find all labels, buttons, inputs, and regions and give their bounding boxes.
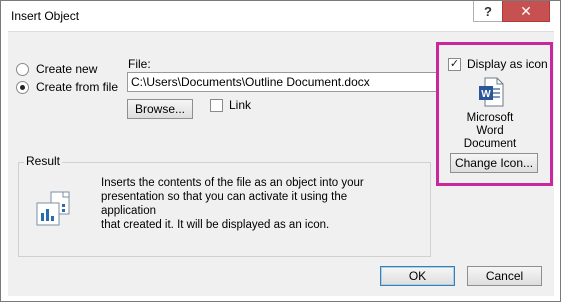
result-line: that created it. It will be displayed as… xyxy=(101,219,330,231)
icon-caption-line: Microsoft xyxy=(466,112,514,124)
display-as-icon-option[interactable]: ✓ Display as icon xyxy=(448,57,548,71)
icon-caption-line: Document xyxy=(463,138,517,150)
svg-text:W: W xyxy=(481,89,491,100)
word-document-icon: W xyxy=(478,77,504,110)
insert-object-dialog: Insert Object ? ✕ Create new Create from… xyxy=(0,0,561,302)
object-icon xyxy=(35,189,75,232)
display-as-icon-label: Display as icon xyxy=(467,57,548,71)
icon-caption: Microsoft Word Document xyxy=(448,112,532,151)
result-legend: Result xyxy=(24,154,63,168)
browse-label: Browse... xyxy=(134,102,185,116)
help-icon: ? xyxy=(484,3,492,19)
create-from-file-radio[interactable] xyxy=(16,80,29,94)
create-new-radio[interactable] xyxy=(16,62,29,76)
display-as-icon-checkbox[interactable]: ✓ xyxy=(448,57,461,71)
help-button[interactable]: ? xyxy=(473,1,503,22)
ok-label: OK xyxy=(408,269,427,283)
create-new-label: Create new xyxy=(36,62,98,76)
create-new-option[interactable]: Create new xyxy=(16,62,97,76)
close-icon: ✕ xyxy=(520,2,532,19)
dialog-title: Insert Object xyxy=(11,9,80,23)
cancel-label: Cancel xyxy=(485,269,524,283)
icon-caption-line: Word xyxy=(476,125,504,137)
result-line: Inserts the contents of the file as an o… xyxy=(101,177,364,189)
link-label: Link xyxy=(229,98,252,112)
result-line: presentation so that you can activate it… xyxy=(101,191,348,217)
link-checkbox[interactable] xyxy=(210,98,223,112)
title-bar: Insert Object ? ✕ xyxy=(1,1,560,31)
change-icon-button[interactable]: Change Icon... xyxy=(450,153,538,173)
change-icon-label: Change Icon... xyxy=(454,156,534,170)
file-label: File: xyxy=(128,57,151,71)
cancel-button[interactable]: Cancel xyxy=(467,266,542,286)
close-button[interactable]: ✕ xyxy=(502,1,550,22)
result-description: Inserts the contents of the file as an o… xyxy=(101,176,401,232)
browse-button[interactable]: Browse... xyxy=(127,99,193,119)
ok-button[interactable]: OK xyxy=(380,266,455,286)
file-path-input[interactable]: C:\Users\Documents\Outline Document.docx xyxy=(127,72,439,92)
dialog-body: Create new Create from file File: C:\Use… xyxy=(8,31,554,296)
create-from-file-label: Create from file xyxy=(36,80,119,94)
link-option[interactable]: Link xyxy=(210,98,251,112)
create-from-file-option[interactable]: Create from file xyxy=(16,80,118,94)
